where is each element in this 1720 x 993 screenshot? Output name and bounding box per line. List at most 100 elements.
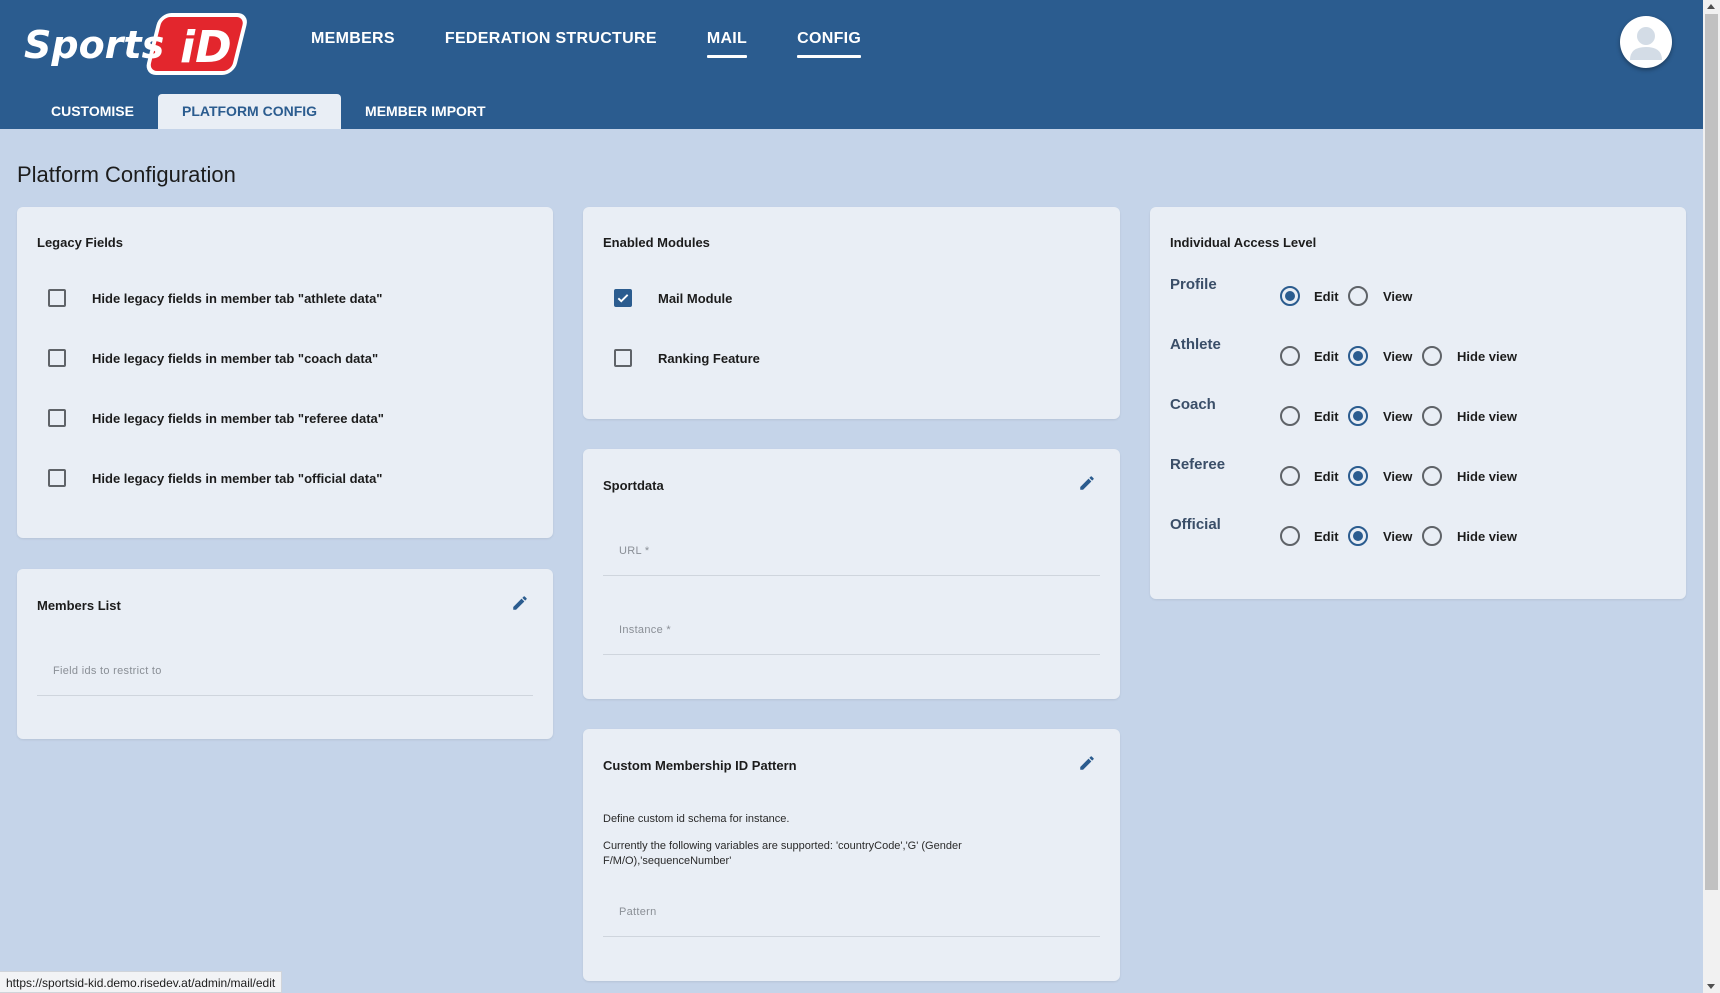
sub-nav: CUSTOMISE PLATFORM CONFIG MEMBER IMPORT [27, 94, 510, 129]
access-row-official: Official Edit View Hide view [1170, 516, 1670, 548]
access-level-card: Individual Access Level Profile Edit Vie… [1150, 207, 1686, 599]
profile-edit-radio[interactable] [1280, 286, 1300, 306]
field-ids-input[interactable]: Field ids to restrict to [37, 644, 533, 696]
checkbox-label: Hide legacy fields in member tab "offici… [92, 470, 383, 486]
athlete-view-radio[interactable] [1348, 346, 1368, 366]
card-title: Legacy Fields [37, 235, 123, 250]
access-row-coach: Coach Edit View Hide view [1170, 396, 1670, 428]
sportdata-card: Sportdata URL * Instance * [583, 449, 1120, 699]
card-title: Sportdata [603, 478, 664, 493]
athlete-hide-view-radio[interactable] [1422, 346, 1442, 366]
referee-view-radio[interactable] [1348, 466, 1368, 486]
radio-label: View [1383, 529, 1413, 544]
checkbox-label: Hide legacy fields in member tab "refere… [92, 410, 384, 426]
official-view-radio[interactable] [1348, 526, 1368, 546]
checkbox-label: Hide legacy fields in member tab "athlet… [92, 290, 383, 306]
app-header: Sports iD MEMBERS FEDERATION STRUCTURE M… [0, 0, 1703, 129]
scroll-down-icon[interactable] [1707, 984, 1715, 989]
ranking-feature-checkbox[interactable] [614, 349, 632, 367]
checkbox-label: Ranking Feature [658, 350, 760, 366]
link-status-bar: https://sportsid-kid.demo.risedev.at/adm… [0, 971, 283, 993]
radio-label: View [1383, 409, 1413, 424]
access-row-label: Athlete [1170, 336, 1221, 353]
access-row-label: Referee [1170, 456, 1226, 473]
pencil-icon[interactable] [1078, 474, 1096, 492]
field-placeholder: URL * [619, 545, 650, 557]
access-row-profile: Profile Edit View [1170, 276, 1670, 308]
official-hide-view-radio[interactable] [1422, 526, 1442, 546]
radio-label: View [1383, 349, 1413, 364]
legacy-athlete-checkbox[interactable] [48, 289, 66, 307]
legacy-coach-option: Hide legacy fields in member tab "coach … [48, 349, 378, 367]
access-row-athlete: Athlete Edit View Hide view [1170, 336, 1670, 368]
sportsid-logo[interactable]: Sports iD [22, 11, 256, 77]
page-scrollbar[interactable] [1703, 0, 1720, 993]
nav-federation-structure[interactable]: FEDERATION STRUCTURE [445, 30, 657, 58]
pattern-variables-help: Currently the following variables are su… [603, 840, 962, 867]
nav-mail[interactable]: MAIL [706, 30, 748, 58]
svg-text:Sports: Sports [24, 23, 164, 67]
user-avatar[interactable] [1620, 16, 1672, 68]
legacy-referee-checkbox[interactable] [48, 409, 66, 427]
svg-text:iD: iD [180, 22, 232, 73]
card-title: Individual Access Level [1170, 235, 1317, 250]
enabled-modules-card: Enabled Modules Mail Module Ranking Feat… [583, 207, 1120, 419]
radio-label: Edit [1314, 469, 1339, 484]
legacy-coach-checkbox[interactable] [48, 349, 66, 367]
card-title: Custom Membership ID Pattern [603, 758, 797, 773]
pencil-icon[interactable] [1078, 754, 1096, 772]
field-placeholder: Pattern [619, 906, 657, 918]
radio-label: Edit [1314, 529, 1339, 544]
checkbox-label: Mail Module [658, 290, 733, 306]
checkbox-label: Hide legacy fields in member tab "coach … [92, 350, 379, 366]
legacy-official-checkbox[interactable] [48, 469, 66, 487]
coach-edit-radio[interactable] [1280, 406, 1300, 426]
coach-hide-view-radio[interactable] [1422, 406, 1442, 426]
check-icon [617, 294, 629, 303]
pattern-description: Define custom id schema for instance. [603, 813, 790, 825]
legacy-official-option: Hide legacy fields in member tab "offici… [48, 469, 382, 487]
tab-customise[interactable]: CUSTOMISE [27, 94, 158, 129]
radio-label: View [1383, 289, 1413, 304]
nav-members[interactable]: MEMBERS [311, 30, 395, 58]
athlete-edit-radio[interactable] [1280, 346, 1300, 366]
official-edit-radio[interactable] [1280, 526, 1300, 546]
field-placeholder: Instance * [619, 624, 671, 636]
access-row-label: Profile [1170, 276, 1217, 293]
instance-input[interactable]: Instance * [603, 603, 1100, 655]
page-title: Platform Configuration [17, 162, 236, 187]
radio-label: Hide view [1457, 349, 1517, 364]
access-row-label: Official [1170, 516, 1221, 533]
user-icon [1630, 27, 1662, 60]
legacy-athlete-option: Hide legacy fields in member tab "athlet… [48, 289, 382, 307]
legacy-referee-option: Hide legacy fields in member tab "refere… [48, 409, 384, 427]
access-row-referee: Referee Edit View Hide view [1170, 456, 1670, 488]
tab-platform-config[interactable]: PLATFORM CONFIG [157, 94, 342, 129]
nav-config[interactable]: CONFIG [797, 30, 862, 58]
tab-member-import[interactable]: MEMBER IMPORT [341, 94, 510, 129]
referee-hide-view-radio[interactable] [1422, 466, 1442, 486]
card-title: Members List [37, 598, 121, 613]
main-nav: MEMBERS FEDERATION STRUCTURE MAIL CONFIG [311, 30, 862, 58]
ranking-feature-option: Ranking Feature [614, 349, 760, 367]
radio-label: Hide view [1457, 409, 1517, 424]
radio-label: Hide view [1457, 469, 1517, 484]
profile-view-radio[interactable] [1348, 286, 1368, 306]
card-title: Enabled Modules [603, 235, 710, 250]
radio-label: Edit [1314, 409, 1339, 424]
field-placeholder: Field ids to restrict to [53, 665, 162, 677]
pattern-input[interactable]: Pattern [603, 885, 1100, 937]
scroll-thumb[interactable] [1705, 14, 1718, 890]
url-input[interactable]: URL * [603, 524, 1100, 576]
mail-module-option: Mail Module [614, 289, 732, 307]
radio-label: View [1383, 469, 1413, 484]
referee-edit-radio[interactable] [1280, 466, 1300, 486]
coach-view-radio[interactable] [1348, 406, 1368, 426]
pencil-icon[interactable] [511, 594, 529, 612]
radio-label: Edit [1314, 289, 1339, 304]
radio-label: Hide view [1457, 529, 1517, 544]
scroll-up-icon[interactable] [1707, 4, 1715, 9]
mail-module-checkbox[interactable] [614, 289, 632, 307]
radio-label: Edit [1314, 349, 1339, 364]
legacy-fields-card: Legacy Fields Hide legacy fields in memb… [17, 207, 553, 538]
